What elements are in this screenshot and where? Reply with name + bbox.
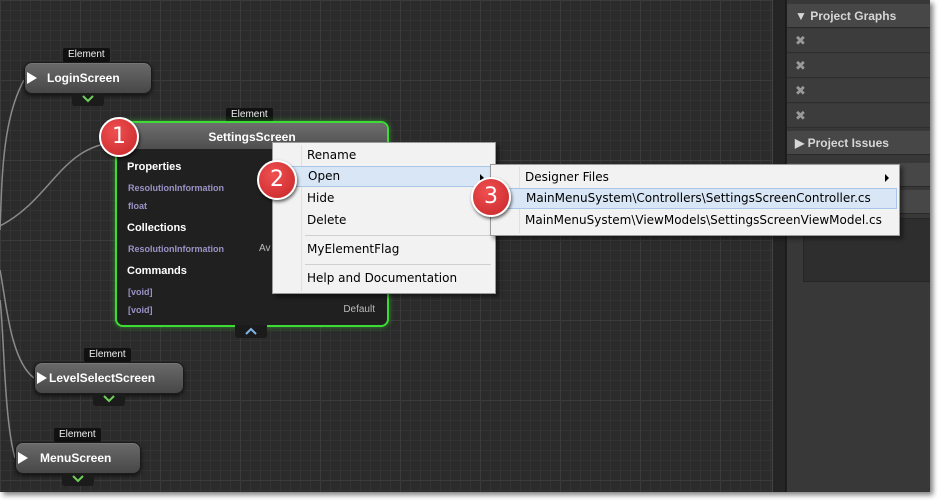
project-issues-label: Project Issues — [807, 136, 889, 150]
properties-section-label: Properties — [127, 161, 182, 173]
play-icon — [37, 372, 47, 384]
menu-item-hide[interactable]: Hide — [275, 188, 493, 209]
close-icon[interactable]: ✖ — [795, 58, 806, 73]
menu-item-rename[interactable]: Rename — [275, 145, 493, 166]
expand-chevron[interactable] — [93, 393, 125, 406]
play-icon — [18, 452, 28, 464]
context-menu: Rename Open Hide Delete MyElementFlag He… — [272, 142, 496, 294]
close-icon[interactable]: ✖ — [795, 33, 806, 48]
project-graphs-header[interactable]: ▼ Project Graphs — [787, 4, 930, 28]
chevron-up-icon — [245, 327, 257, 335]
menu-item-label: Designer Files — [525, 170, 609, 184]
menu-item-help[interactable]: Help and Documentation — [275, 268, 493, 289]
menu-item-designer-files[interactable]: Designer Files — [493, 167, 897, 188]
property-item[interactable]: float — [128, 201, 147, 211]
node-title: LoginScreen — [47, 71, 120, 85]
command-item[interactable]: [void] — [128, 287, 153, 297]
project-graphs-label: Project Graphs — [810, 9, 897, 23]
expand-chevron[interactable] — [72, 93, 104, 106]
chevron-down-icon — [72, 475, 84, 483]
commands-section-label: Commands — [127, 265, 187, 277]
graph-row[interactable]: ✖ — [787, 104, 930, 128]
right-panel: ▼ Project Graphs ✖ ✖ ✖ ✖ ▶ Project Issue… — [786, 0, 930, 492]
menu-item-delete[interactable]: Delete — [275, 210, 493, 231]
collection-type: Av — [259, 243, 271, 254]
collection-item[interactable]: ResolutionInformation — [128, 244, 224, 254]
command-type: Default — [343, 304, 375, 315]
element-tag: Element — [84, 348, 131, 362]
submenu-arrow-icon — [885, 174, 889, 182]
expanded-triangle-icon: ▼ — [795, 9, 811, 23]
login-screen-node[interactable]: LoginScreen — [24, 62, 152, 94]
menu-separator — [305, 264, 491, 265]
collections-section-label: Collections — [127, 222, 187, 234]
graph-row[interactable]: ✖ — [787, 54, 930, 78]
panel-splitter[interactable] — [772, 0, 786, 492]
element-tag: Element — [226, 108, 273, 122]
close-icon[interactable]: ✖ — [795, 108, 806, 123]
expand-chevron[interactable] — [62, 473, 94, 486]
menu-item-label: Open — [308, 169, 341, 183]
chevron-down-icon — [82, 95, 94, 103]
close-icon[interactable]: ✖ — [795, 83, 806, 98]
callout-badge-2: 2 — [257, 160, 297, 200]
menu-item-settings-viewmodel[interactable]: MainMenuSystem\ViewModels\SettingsScreen… — [493, 210, 897, 231]
node-title: MenuScreen — [40, 451, 112, 465]
command-item[interactable]: [void] — [128, 305, 153, 315]
node-title: LevelSelectScreen — [49, 371, 156, 385]
callout-badge-1: 1 — [99, 117, 139, 157]
menu-item-my-element-flag[interactable]: MyElementFlag — [275, 239, 493, 260]
project-issues-header[interactable]: ▶ Project Issues — [787, 131, 930, 155]
menu-screen-node[interactable]: MenuScreen — [15, 442, 141, 474]
element-tag: Element — [63, 48, 110, 62]
property-item[interactable]: ResolutionInformation — [128, 183, 224, 193]
level-select-screen-node[interactable]: LevelSelectScreen — [34, 362, 184, 394]
menu-separator — [305, 235, 491, 236]
element-tag: Element — [54, 428, 101, 442]
menu-item-open[interactable]: Open — [275, 166, 493, 187]
collapse-chevron[interactable] — [235, 325, 267, 338]
open-submenu: Designer Files MainMenuSystem\Controller… — [490, 164, 900, 236]
menu-item-settings-controller[interactable]: MainMenuSystem\Controllers\SettingsScree… — [493, 188, 897, 209]
callout-badge-3: 3 — [471, 177, 511, 217]
graph-canvas[interactable]: Element LoginScreen Element SettingsScre… — [0, 0, 930, 492]
collapsed-triangle-icon: ▶ — [795, 136, 808, 150]
chevron-down-icon — [103, 395, 115, 403]
graph-row[interactable]: ✖ — [787, 79, 930, 103]
graph-row[interactable]: ✖ — [787, 29, 930, 53]
play-icon — [27, 72, 37, 84]
